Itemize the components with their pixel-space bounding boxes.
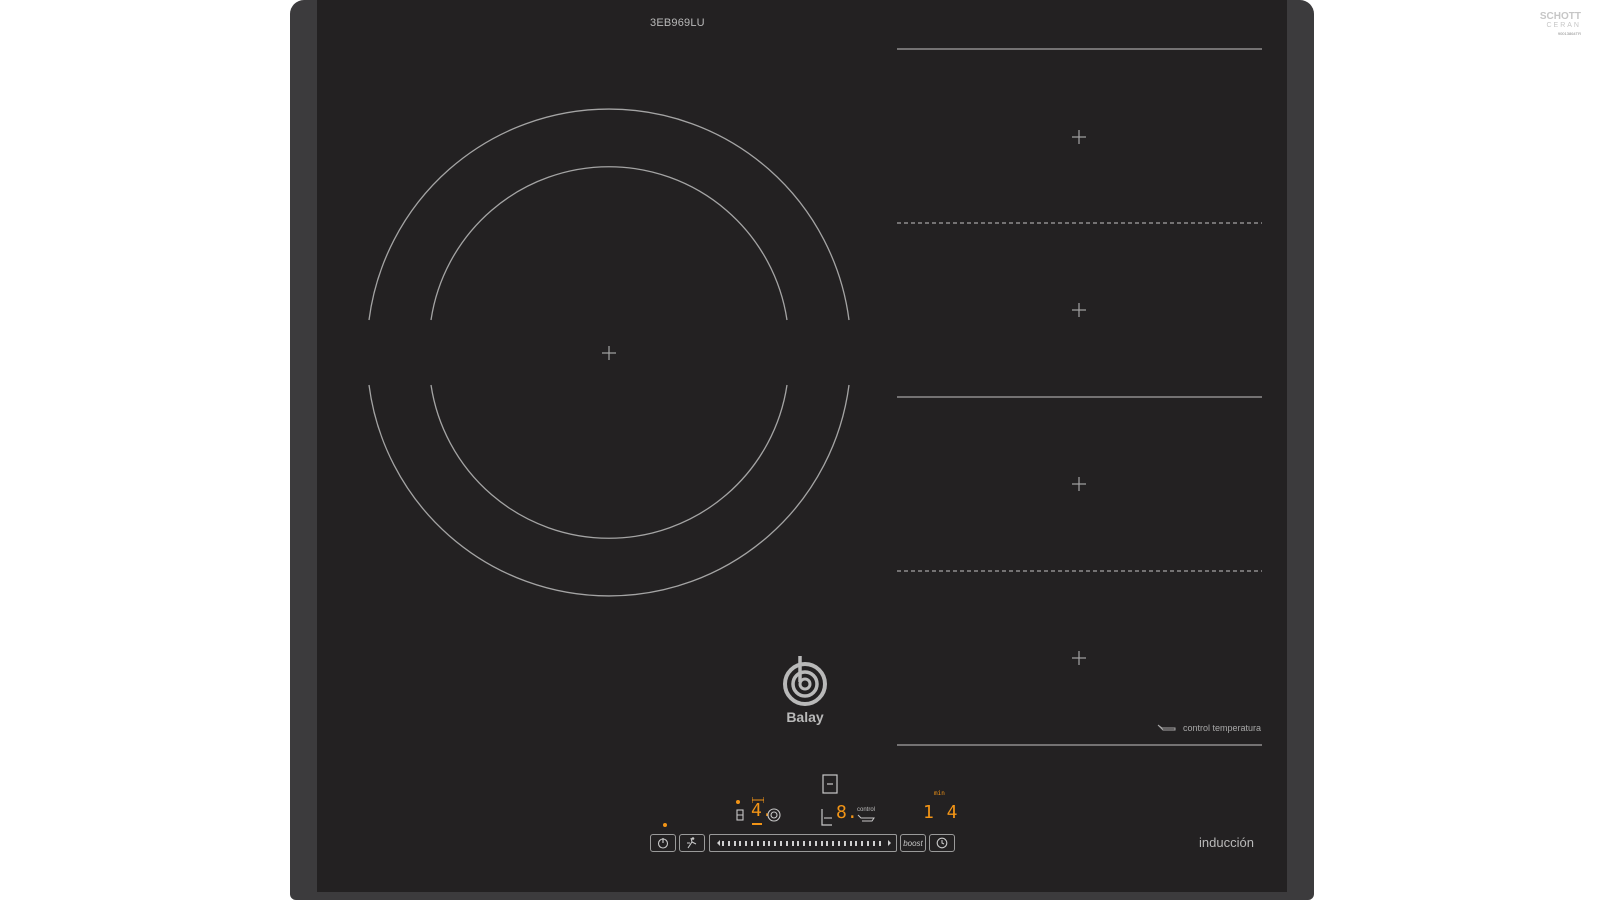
- power-slider[interactable]: [709, 834, 897, 852]
- slider-tick[interactable]: [843, 841, 846, 846]
- badge-line1: SCHOTT: [1539, 11, 1581, 22]
- balay-logo: Balay: [770, 654, 840, 725]
- crosshair-icon: [1072, 651, 1086, 665]
- slider-tick[interactable]: [797, 841, 800, 846]
- timer-unit: min: [934, 790, 945, 797]
- timer-button[interactable]: [929, 834, 955, 852]
- flex-zone-lines: [897, 48, 1262, 746]
- crosshair-icon: [602, 346, 616, 360]
- badge-line3: 90013864TR: [1557, 31, 1581, 36]
- slider-tick[interactable]: [756, 841, 759, 846]
- zone-select-icon: [822, 774, 838, 794]
- zone-select-ring-icon[interactable]: [767, 808, 781, 822]
- pan-sensor-icon: [1157, 724, 1176, 731]
- zone-markings: [368, 48, 1262, 794]
- slider-tick[interactable]: [861, 841, 864, 846]
- slider-tick[interactable]: [867, 841, 869, 846]
- slider-tick[interactable]: [803, 841, 806, 846]
- slider-tick[interactable]: [838, 841, 840, 846]
- power-indicator-dot: [663, 823, 667, 827]
- clock-icon: [936, 837, 948, 849]
- slider-tick[interactable]: [733, 841, 736, 846]
- schott-ceran-badge: SCHOTT CERAN 90013864TR: [1511, 12, 1581, 38]
- zone-underline: [752, 823, 762, 825]
- slider-tick[interactable]: [814, 841, 817, 846]
- slider-left-arrow-icon: [714, 840, 720, 846]
- slider-tick[interactable]: [809, 841, 811, 846]
- slider-tick[interactable]: [872, 841, 875, 846]
- slider-right-arrow-icon: [888, 840, 891, 846]
- badge-line2: CERAN: [1546, 22, 1581, 29]
- control-temperatura-text: control temperatura: [1183, 723, 1262, 733]
- flex-power-display: 8.: [836, 802, 858, 823]
- crosshair-icon: [1072, 477, 1086, 491]
- crosshair-icon: [1072, 130, 1086, 144]
- flex-pan-icon: [857, 814, 875, 822]
- induction-label: inducción: [1199, 835, 1254, 850]
- control-temperatura-label: control temperatura: [1157, 723, 1261, 733]
- boost-button[interactable]: boost: [900, 834, 926, 852]
- slider-tick[interactable]: [849, 841, 852, 846]
- slider-tick[interactable]: [855, 841, 858, 846]
- crosshair-icon: [1072, 303, 1086, 317]
- slider-tick[interactable]: [727, 841, 730, 846]
- flex-zone-bracket-icon: [821, 809, 832, 826]
- inner-ring-bottom: [430, 384, 788, 539]
- timer-display: 1 4: [923, 802, 959, 823]
- slider-tick[interactable]: [762, 841, 765, 846]
- slider-tick[interactable]: [826, 841, 829, 846]
- balay-logo-icon: [783, 656, 827, 706]
- slider-tick[interactable]: [878, 841, 881, 846]
- model-number: 3EB969LU: [650, 17, 705, 29]
- wipe-protect-button[interactable]: [679, 834, 705, 852]
- slider-tick[interactable]: [768, 841, 771, 846]
- glass-surface: 3EB969LU SCHOTT CERAN 90013864TR Balay c…: [317, 0, 1581, 892]
- outer-ring-bottom: [368, 384, 850, 597]
- slider-tick[interactable]: [722, 841, 724, 846]
- zone-active-dot: [736, 800, 740, 804]
- slider-tick[interactable]: [785, 841, 788, 846]
- slider-tick[interactable]: [780, 841, 782, 846]
- pan-detect-icon: [736, 809, 744, 821]
- slider-tick[interactable]: [751, 841, 753, 846]
- balay-logo-text: Balay: [786, 709, 824, 725]
- slider-tick[interactable]: [791, 841, 794, 846]
- slider-tick[interactable]: [745, 841, 748, 846]
- outer-ring-top: [368, 108, 850, 321]
- power-button[interactable]: [650, 834, 676, 852]
- slider-tick[interactable]: [820, 841, 823, 846]
- flex-control-label: control: [857, 807, 876, 813]
- slider-tick[interactable]: [739, 841, 742, 846]
- power-icon: [657, 838, 669, 849]
- slider-tick[interactable]: [774, 841, 777, 846]
- slider-tick[interactable]: [832, 841, 835, 846]
- wipe-protect-icon: [687, 837, 697, 849]
- inner-ring-top: [430, 166, 788, 321]
